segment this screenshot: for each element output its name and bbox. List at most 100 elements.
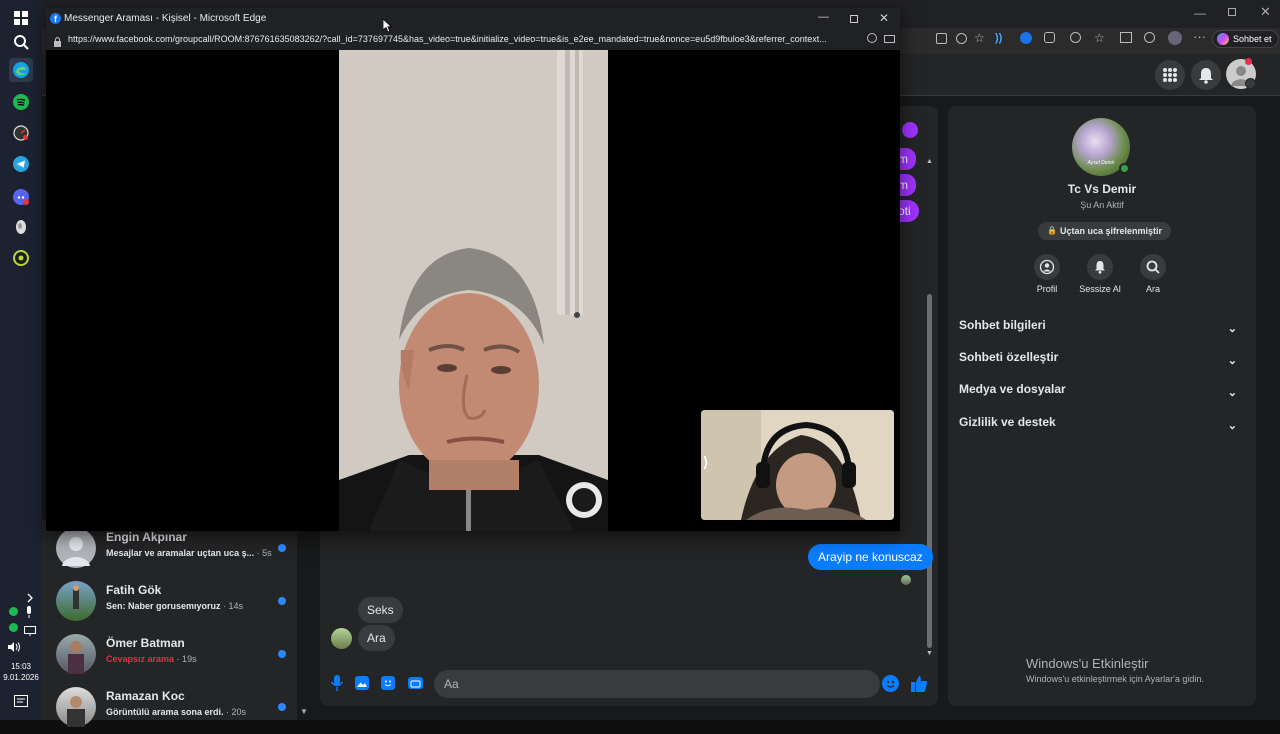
app-icon[interactable] (9, 246, 33, 270)
avatar (56, 634, 96, 674)
app-icon[interactable] (9, 215, 33, 239)
avatar (56, 687, 96, 727)
speedometer-icon[interactable] (9, 121, 33, 145)
more-options-icon[interactable]: ··· (1193, 29, 1206, 44)
volume-icon[interactable] (8, 639, 22, 652)
section-label: Sohbeti özelleştir (959, 350, 1059, 364)
call-window: f Messenger Araması - Kişisel - Microsof… (46, 8, 900, 531)
message-input-placeholder: Aa (444, 677, 459, 691)
chat-preview: Mesajlar ve aramalar uçtan uca ş... · 5s (106, 548, 272, 558)
activation-watermark-title: Windows'u Etkinleştir (1026, 656, 1149, 671)
gif-icon[interactable] (408, 677, 423, 689)
call-window-addressbar[interactable]: https://www.facebook.com/groupcall/ROOM:… (46, 30, 900, 50)
lock-icon (53, 34, 62, 47)
call-window-titlebar[interactable]: f Messenger Araması - Kişisel - Microsof… (46, 8, 900, 30)
edge-icon[interactable] (9, 58, 33, 82)
history-icon[interactable] (1144, 32, 1155, 43)
discord-icon[interactable] (9, 185, 33, 209)
chevron-down-icon: ⌄ (1227, 355, 1237, 367)
profile-button[interactable] (1034, 254, 1060, 280)
chevron-down-icon: ⌄ (1227, 420, 1237, 432)
clock-date[interactable]: 9.01.2026 (0, 672, 42, 683)
telegram-icon[interactable] (9, 152, 33, 176)
section-label: Sohbet bilgileri (959, 318, 1046, 332)
message-bubble-received[interactable]: Ara (358, 625, 395, 651)
microphone-icon[interactable] (25, 605, 33, 618)
spotify-tray-icon[interactable] (9, 607, 18, 616)
message-bubble-received[interactable]: Seks (358, 597, 403, 623)
scroll-down-arrow-icon[interactable]: ▼ (300, 707, 308, 716)
minimize-icon[interactable]: — (1194, 6, 1206, 20)
chevron-down-icon: ⌄ (1227, 387, 1237, 399)
collections-icon[interactable] (1120, 32, 1132, 43)
section-label: Medya ve dosyalar (959, 382, 1066, 396)
purple-icon[interactable] (902, 122, 918, 138)
settings-icon[interactable] (1070, 32, 1081, 43)
clock-time[interactable]: 15:03 (0, 661, 42, 672)
encryption-badge[interactable]: 🔒 Uçtan uca şifrelenmiştir (1038, 222, 1172, 240)
contact-status: Şu An Aktif (1080, 200, 1124, 210)
extension-icon[interactable]: )) (995, 32, 1002, 44)
scroll-up-arrow-icon[interactable]: ▲ (926, 158, 933, 165)
zoom-icon[interactable] (956, 33, 967, 44)
extensions-icon[interactable] (936, 33, 947, 44)
microphone-icon[interactable] (330, 675, 344, 691)
chat-preview: Cevapsız arama · 19s (106, 654, 197, 664)
section-media-files[interactable]: Medya ve dosyalar ⌄ (959, 382, 1249, 410)
account-avatar[interactable] (1226, 58, 1256, 89)
message-input[interactable]: Aa (434, 670, 899, 698)
maximize-icon[interactable] (1228, 8, 1236, 16)
extension-icon[interactable] (1020, 32, 1032, 44)
list-item[interactable]: Ömer Batman Cevapsız arama · 19s (42, 628, 297, 681)
chevron-down-icon: ⌄ (1227, 323, 1237, 335)
section-customize-chat[interactable]: Sohbeti özelleştir ⌄ (959, 350, 1249, 378)
windows-start-icon[interactable] (9, 6, 33, 30)
chat-name: Ramazan Koc (106, 689, 185, 703)
like-thumb-icon[interactable] (910, 675, 928, 693)
section-privacy-support[interactable]: Gizlilik ve destek ⌄ (959, 415, 1249, 443)
list-item[interactable]: Fatih Gök Sen: Naber gorusemıyoruz · 14s (42, 575, 297, 628)
message-bubble-sent[interactable]: Arayip ne konuscaz (808, 544, 933, 570)
favorites-icon[interactable]: ☆ (1094, 31, 1105, 45)
favorite-star-icon[interactable]: ☆ (974, 31, 985, 45)
minimize-icon[interactable]: — (818, 11, 829, 23)
gallery-icon[interactable] (355, 676, 369, 690)
mouse-cursor-icon (382, 18, 393, 33)
search-icon[interactable] (9, 30, 33, 54)
copilot-chat-button[interactable]: Sohbet et (1212, 30, 1279, 48)
expand-chevron-icon[interactable]: ⟩ (703, 454, 708, 471)
list-item[interactable]: Ramazan Koc Görüntülü arama sona erdi. ·… (42, 681, 297, 734)
unread-dot (278, 544, 286, 552)
avatar (331, 628, 352, 649)
avatar (56, 581, 96, 621)
search-label: Ara (1145, 284, 1160, 294)
zoom-icon[interactable] (867, 33, 877, 43)
mute-button[interactable] (1087, 254, 1113, 280)
search-in-chat-button[interactable] (1140, 254, 1166, 280)
emoji-icon[interactable] (882, 675, 899, 692)
camera-icon[interactable] (884, 35, 895, 43)
chat-name: Engin Akpınar (106, 530, 187, 544)
sticker-icon[interactable] (381, 676, 395, 690)
conversation-info-panel: Aysel Demir Tc Vs Demir Şu An Aktif 🔒 Uç… (948, 106, 1256, 706)
windows-taskbar: 15:03 9.01.2026 (0, 0, 42, 720)
close-icon[interactable]: ✕ (1260, 4, 1271, 20)
profile-avatar[interactable] (1168, 31, 1182, 45)
monitor-icon[interactable] (24, 623, 36, 636)
self-video-preview[interactable]: ⟩ (701, 410, 894, 520)
notifications-icon[interactable] (12, 693, 30, 709)
spotify-tray-icon[interactable] (9, 623, 18, 632)
remote-video-feed[interactable]: ⟩ (46, 50, 900, 531)
call-window-title: Messenger Araması - Kişisel - Microsoft … (64, 13, 267, 24)
spotify-icon[interactable] (9, 90, 33, 114)
scrollbar-thumb[interactable] (927, 294, 932, 648)
close-icon[interactable]: ✕ (879, 11, 889, 25)
menu-grid-button[interactable] (1155, 60, 1185, 90)
section-chat-info[interactable]: Sohbet bilgileri ⌄ (959, 318, 1249, 346)
remote-video (339, 50, 608, 531)
scroll-down-arrow-icon[interactable]: ▼ (926, 650, 933, 657)
maximize-icon[interactable] (850, 15, 858, 23)
active-status-dot (1119, 163, 1130, 174)
puzzle-icon[interactable] (1044, 32, 1055, 43)
notifications-bell-button[interactable] (1191, 60, 1221, 90)
